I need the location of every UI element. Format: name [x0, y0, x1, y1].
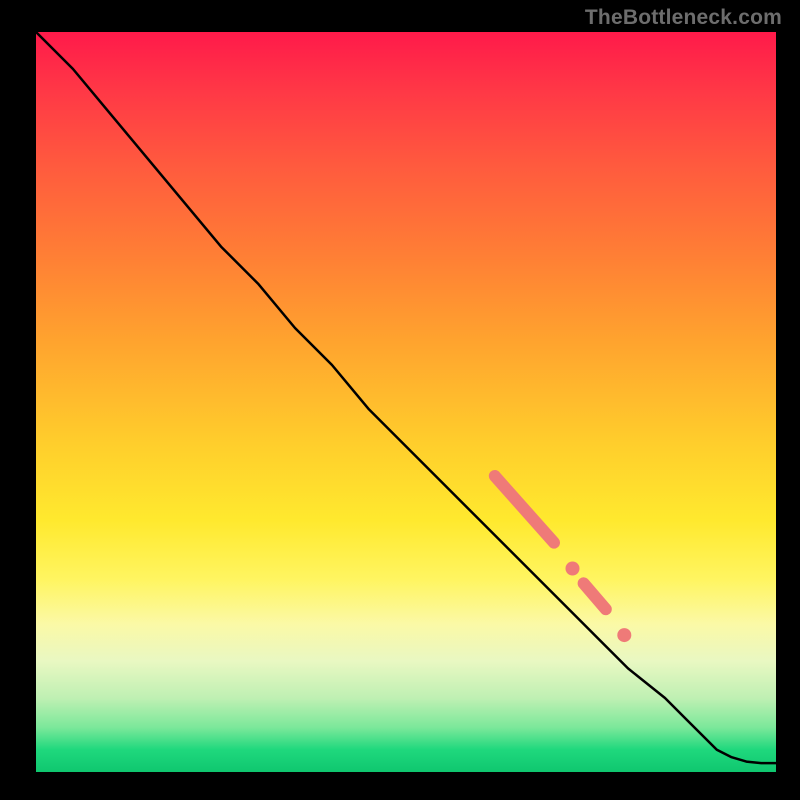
chart-stage: TheBottleneck.com	[0, 0, 800, 800]
watermark: TheBottleneck.com	[585, 6, 782, 30]
plot-area	[36, 32, 776, 772]
